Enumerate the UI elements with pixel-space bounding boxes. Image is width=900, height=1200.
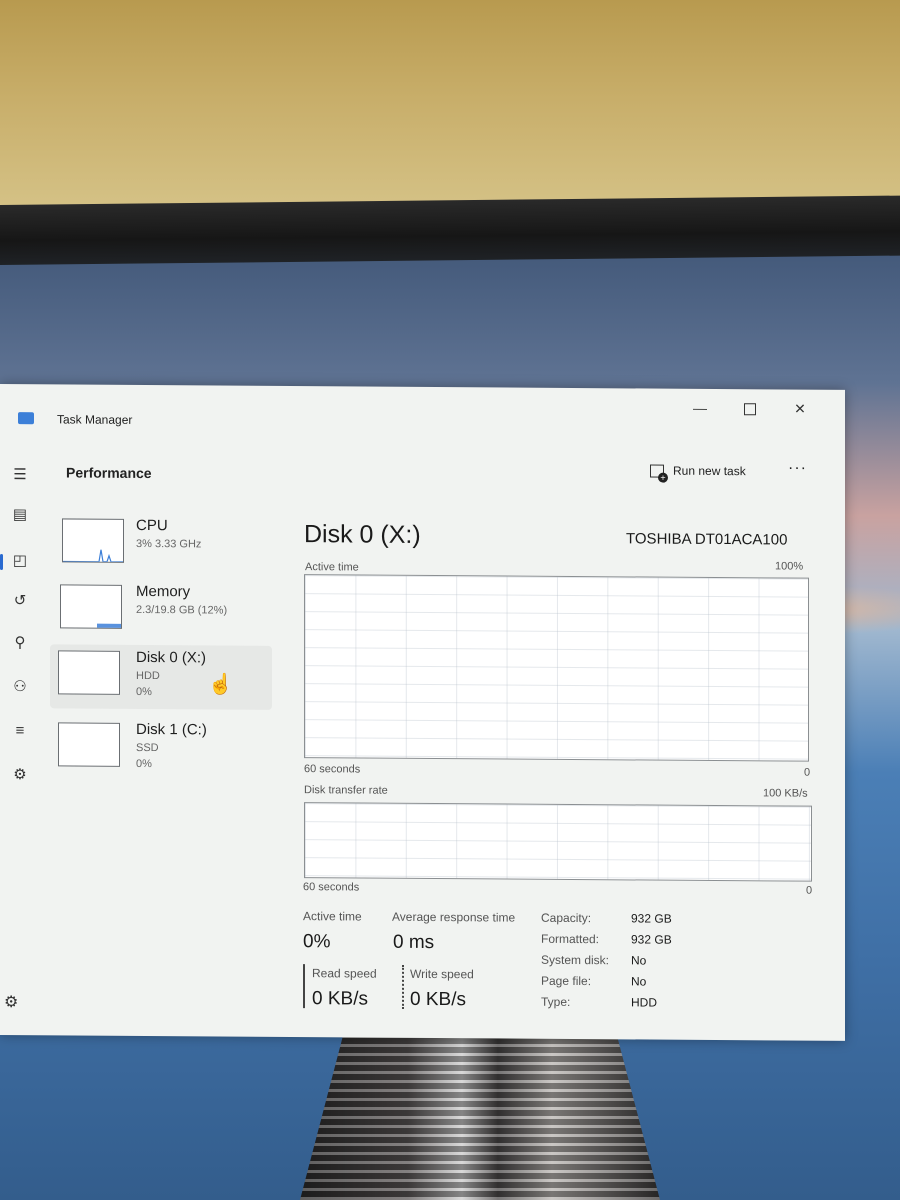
close-button[interactable]: ✕ xyxy=(780,395,820,421)
type-label: Type: xyxy=(541,994,571,1009)
device-name: CPU xyxy=(136,516,168,535)
device-usage: 0% xyxy=(136,685,152,699)
read-speed-value: 0 KB/s xyxy=(312,988,368,1010)
capacity-value: 932 GB xyxy=(631,911,672,926)
avg-response-label: Average response time xyxy=(392,909,516,925)
active-time-graph-max: 100% xyxy=(775,560,804,573)
formatted-value: 932 GB xyxy=(631,932,672,947)
cpu-thumbnail-graph xyxy=(62,518,124,563)
more-options-button[interactable]: ··· xyxy=(788,460,807,478)
device-memory[interactable]: Memory 2.3/19.8 GB (12%) xyxy=(50,578,272,644)
disk-0-thumbnail-graph xyxy=(58,650,120,695)
navigation-rail: ☰ ▤ ◰ ↺ ⚲ ⚇ ≡ ⚙ xyxy=(0,454,44,1014)
active-time-graph-label: Active time xyxy=(305,561,359,574)
processes-icon[interactable]: ▤ xyxy=(6,504,34,526)
monitor-bezel xyxy=(0,195,900,265)
active-nav-indicator xyxy=(0,554,3,571)
write-speed-label: Write speed xyxy=(410,966,474,982)
transfer-rate-graph-window: 60 seconds xyxy=(303,881,360,894)
type-value: HDD xyxy=(631,995,657,1010)
disk-model: TOSHIBA DT01ACA100 xyxy=(626,530,788,549)
transfer-rate-graph-max: 100 KB/s xyxy=(763,787,808,800)
device-disk-0[interactable]: Disk 0 (X:) HDD 0% xyxy=(50,644,272,710)
system-disk-value: No xyxy=(631,953,647,968)
page-title: Performance xyxy=(66,464,152,482)
device-detail: 2.3/19.8 GB (12%) xyxy=(136,603,228,617)
memory-sparkline xyxy=(97,623,122,629)
maximize-button[interactable] xyxy=(730,395,770,421)
app-history-icon[interactable]: ↺ xyxy=(6,590,34,612)
write-speed-divider xyxy=(402,964,404,1009)
transfer-rate-graph-label: Disk transfer rate xyxy=(304,784,388,797)
maximize-icon xyxy=(744,403,756,416)
device-cpu[interactable]: CPU 3% 3.33 GHz xyxy=(50,512,272,578)
page-file-value: No xyxy=(631,974,647,989)
read-speed-divider xyxy=(303,964,305,1009)
startup-apps-icon[interactable]: ⚲ xyxy=(6,632,34,654)
device-name: Disk 0 (X:) xyxy=(136,648,207,667)
device-type: SSD xyxy=(136,741,159,755)
active-time-graph xyxy=(304,574,809,762)
system-disk-label: System disk: xyxy=(541,952,610,968)
active-time-value: 0% xyxy=(303,931,331,953)
active-time-label: Active time xyxy=(303,909,362,924)
device-usage: 0% xyxy=(136,757,152,771)
device-disk-1[interactable]: Disk 1 (C:) SSD 0% xyxy=(50,716,272,782)
active-time-graph-min: 0 xyxy=(804,766,811,779)
run-new-task-label: Run new task xyxy=(673,463,746,479)
task-manager-window: Task Manager — ✕ ☰ ▤ ◰ ↺ ⚲ ⚇ ≡ ⚙ ⚙ Perfo… xyxy=(0,384,845,1041)
device-name: Memory xyxy=(136,582,191,601)
avg-response-value: 0 ms xyxy=(393,931,435,954)
settings-icon[interactable]: ⚙ xyxy=(4,992,18,1012)
cpu-sparkline xyxy=(63,549,124,563)
device-type: HDD xyxy=(136,669,160,683)
task-manager-app-icon xyxy=(18,412,34,425)
minimize-button[interactable]: — xyxy=(680,395,720,421)
device-name: Disk 1 (C:) xyxy=(136,720,207,739)
active-time-graph-window: 60 seconds xyxy=(304,763,361,776)
window-title: Task Manager xyxy=(57,412,133,427)
wallpaper-pier xyxy=(300,1035,660,1200)
transfer-rate-graph-min: 0 xyxy=(806,884,813,897)
read-speed-label: Read speed xyxy=(312,966,377,981)
device-list: CPU 3% 3.33 GHz Memory 2.3/19.8 GB (12%)… xyxy=(50,512,275,770)
run-new-task-button[interactable]: Run new task xyxy=(650,463,746,479)
users-icon[interactable]: ⚇ xyxy=(6,676,34,698)
capacity-label: Capacity: xyxy=(541,910,592,926)
transfer-rate-graph xyxy=(304,802,812,882)
hand-cursor-icon: ☝ xyxy=(208,673,233,696)
device-detail: 3% 3.33 GHz xyxy=(136,537,202,551)
details-icon[interactable]: ≡ xyxy=(6,720,34,742)
title-bar[interactable]: Task Manager — ✕ xyxy=(0,384,845,434)
disk-title: Disk 0 (X:) xyxy=(304,520,421,549)
wall-background xyxy=(0,0,900,220)
disk-1-thumbnail-graph xyxy=(58,722,120,767)
hamburger-icon[interactable]: ☰ xyxy=(6,464,34,486)
memory-thumbnail-graph xyxy=(60,584,122,629)
run-new-task-icon xyxy=(650,464,664,478)
write-speed-value: 0 KB/s xyxy=(410,988,466,1011)
performance-icon[interactable]: ◰ xyxy=(6,550,34,572)
services-icon[interactable]: ⚙ xyxy=(6,764,34,786)
page-file-label: Page file: xyxy=(541,973,592,989)
formatted-label: Formatted: xyxy=(541,931,600,947)
